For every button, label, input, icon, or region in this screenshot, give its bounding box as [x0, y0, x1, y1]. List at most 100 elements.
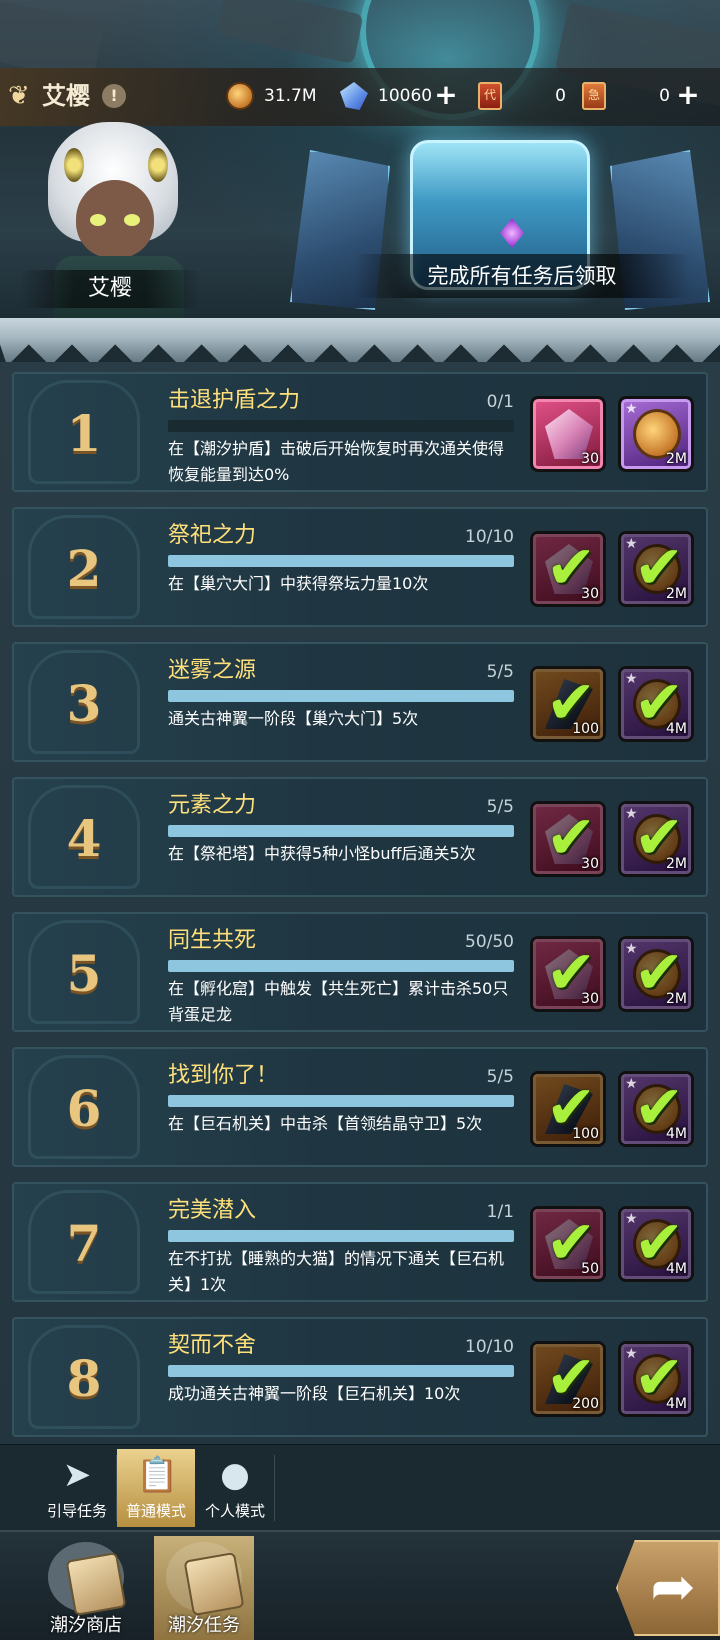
checkmark-icon: ✔ — [545, 938, 597, 1008]
reward-slot[interactable]: 30 — [530, 396, 606, 472]
task-progress-count: 1/1 — [486, 1202, 514, 1222]
checkmark-icon: ✔ — [633, 803, 685, 873]
task-progress-fill — [168, 1365, 514, 1377]
reward-qty: 30 — [581, 451, 599, 467]
task-number: 6 — [66, 1079, 102, 1138]
alert-icon[interactable]: ! — [102, 84, 126, 108]
reward-slot[interactable]: ★ 4M ✔ — [618, 1341, 694, 1417]
task-progress-count: 10/10 — [465, 1337, 514, 1357]
hero-name: 艾樱 — [87, 276, 132, 301]
hero-eye — [124, 214, 140, 226]
task-number: 2 — [66, 539, 102, 598]
task-progress-count: 5/5 — [486, 662, 514, 682]
task-progress-fill — [168, 1230, 514, 1242]
checkmark-icon: ✔ — [633, 1208, 685, 1278]
task-row[interactable]: 2 祭祀之力 10/10 在【巢穴大门】中获得祭坛力量10次 30 ✔ ★ 2M… — [12, 507, 708, 627]
hero-horn — [64, 148, 84, 182]
reward-slot[interactable]: 100 ✔ — [530, 666, 606, 742]
checkmark-icon: ✔ — [633, 938, 685, 1008]
task-progress-bar — [168, 690, 514, 702]
nav-label: 潮汐任务 — [168, 1615, 240, 1636]
reward-slot[interactable]: 50 ✔ — [530, 1206, 606, 1282]
task-row[interactable]: 6 找到你了！ 5/5 在【巨石机关】中击杀【首领结晶守卫】5次 100 ✔ ★ — [12, 1047, 708, 1167]
reward-slot[interactable]: ★ 2M ✔ — [618, 531, 694, 607]
task-progress-fill — [168, 555, 514, 567]
task-number: 3 — [66, 674, 102, 733]
task-row[interactable]: 5 同生共死 50/50 在【孵化窟】中触发【共生死亡】累计击杀50只背蛋足龙 … — [12, 912, 708, 1032]
scroll-shop-icon — [48, 1542, 127, 1617]
task-progress-count: 0/1 — [486, 392, 514, 412]
task-progress-bar — [168, 1365, 514, 1377]
task-description: 在【祭祀塔】中获得5种小怪buff后通关5次 — [168, 844, 476, 863]
task-progress-count: 50/50 — [465, 932, 514, 952]
bottom-nav: 潮汐商店 潮汐任务 — [0, 1530, 720, 1640]
coin-value: 31.7M — [264, 86, 317, 106]
task-title: 击退护盾之力 — [168, 388, 301, 413]
task-title: 契而不舍 — [168, 1333, 257, 1358]
task-description: 在【巢穴大门】中获得祭坛力量10次 — [168, 574, 429, 593]
task-list[interactable]: 1 击退护盾之力 0/1 在【潮汐护盾】击破后开始恢复时再次通关使得恢复能量到达… — [0, 362, 720, 1444]
nav-tidal-quests[interactable]: 潮汐任务 — [154, 1536, 254, 1640]
red-ticket-value: 0 — [555, 86, 566, 106]
task-row[interactable]: 4 元素之力 5/5 在【祭祀塔】中获得5种小怪buff后通关5次 30 ✔ ★ — [12, 777, 708, 897]
hero-face — [76, 180, 154, 258]
task-progress-bar — [168, 960, 514, 972]
reward-slot[interactable]: ★ 2M ✔ — [618, 801, 694, 877]
task-progress-count: 5/5 — [486, 1067, 514, 1087]
task-number: 8 — [66, 1349, 102, 1408]
ticket-orange-icon: 急 — [582, 82, 606, 110]
checkmark-icon: ✔ — [633, 1073, 685, 1143]
tab-normal-mode[interactable]: 📋 普通模式 — [117, 1449, 195, 1527]
reward-slot[interactable]: ★ 4M ✔ — [618, 1071, 694, 1147]
mode-tab-bar: ➤ 引导任务 📋 普通模式 ● 个人模式 — [0, 1444, 720, 1530]
checkmark-icon: ✔ — [545, 668, 597, 738]
task-progress-fill — [168, 960, 514, 972]
task-row[interactable]: 3 迷雾之源 5/5 通关古神翼一阶段【巢穴大门】5次 100 ✔ ★ 4M ✔ — [12, 642, 708, 762]
task-progress-count: 10/10 — [465, 527, 514, 547]
nav-label: 潮汐商店 — [50, 1615, 122, 1636]
reward-slot[interactable]: ★ 2M ✔ — [618, 936, 694, 1012]
add-crystal-button[interactable]: + — [434, 81, 458, 110]
task-progress-bar — [168, 1095, 514, 1107]
task-progress-bar — [168, 1230, 514, 1242]
chest-label: 完成所有任务后领取 — [427, 264, 617, 288]
hero-horn — [148, 148, 168, 182]
task-progress-fill — [168, 825, 514, 837]
add-ticket-button[interactable]: + — [676, 81, 700, 110]
crystal-icon — [340, 82, 368, 110]
tab-personal-mode[interactable]: ● 个人模式 — [196, 1449, 275, 1527]
reward-slot[interactable]: ★ 2M — [618, 396, 694, 472]
reward-slot[interactable]: 30 ✔ — [530, 936, 606, 1012]
task-number: 7 — [66, 1214, 102, 1273]
task-title: 迷雾之源 — [168, 658, 257, 683]
feather-emblem-icon: ❦ — [8, 81, 30, 111]
reward-slot[interactable]: 200 ✔ — [530, 1341, 606, 1417]
task-row[interactable]: 8 契而不舍 10/10 成功通关古神翼一阶段【巨石机关】10次 200 ✔ ★ — [12, 1317, 708, 1437]
task-title: 祭祀之力 — [168, 523, 257, 548]
task-row[interactable]: 1 击退护盾之力 0/1 在【潮汐护盾】击破后开始恢复时再次通关使得恢复能量到达… — [12, 372, 708, 492]
nav-tidal-shop[interactable]: 潮汐商店 — [36, 1536, 136, 1640]
scroll-quest-icon — [166, 1542, 245, 1617]
task-description: 通关古神翼一阶段【巢穴大门】5次 — [168, 709, 419, 728]
task-description: 在【潮汐护盾】击破后开始恢复时再次通关使得恢复能量到达0% — [168, 439, 505, 484]
ticket-red-icon: 代 — [478, 82, 502, 110]
task-row[interactable]: 7 完美潜入 1/1 在不打扰【睡熟的大猫】的情况下通关【巨石机关】1次 50 … — [12, 1182, 708, 1302]
checkmark-icon: ✔ — [633, 668, 685, 738]
checkmark-icon: ✔ — [633, 1343, 685, 1413]
task-title: 找到你了！ — [168, 1063, 279, 1088]
reward-qty: 2M — [666, 451, 687, 467]
player-name: 艾樱 — [42, 82, 90, 110]
reward-slot[interactable]: 100 ✔ — [530, 1071, 606, 1147]
star-icon: ★ — [625, 401, 638, 417]
reward-slot[interactable]: 30 ✔ — [530, 531, 606, 607]
task-number: 5 — [66, 944, 102, 1003]
reward-slot[interactable]: 30 ✔ — [530, 801, 606, 877]
orange-ticket-value: 0 — [659, 86, 670, 106]
checkmark-icon: ✔ — [545, 1208, 597, 1278]
reward-slot[interactable]: ★ 4M ✔ — [618, 1206, 694, 1282]
task-progress-fill — [168, 690, 514, 702]
reward-slot[interactable]: ★ 4M ✔ — [618, 666, 694, 742]
red-ticket-resource: 代 0 — [478, 82, 568, 110]
checkmark-icon: ✔ — [545, 1073, 597, 1143]
tab-guide-tasks[interactable]: ➤ 引导任务 — [38, 1449, 117, 1527]
